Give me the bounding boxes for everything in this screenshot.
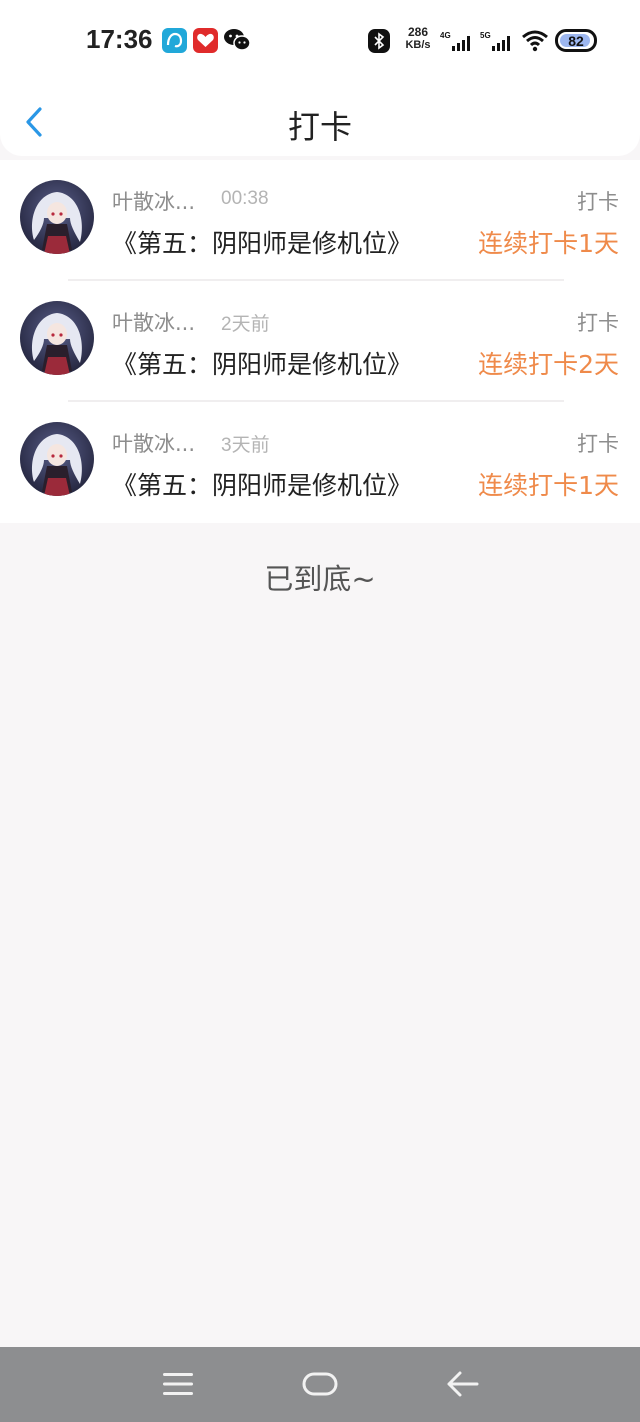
network-speed-value: 286 xyxy=(407,25,429,39)
battery-level: 82 xyxy=(568,32,584,49)
checkin-time: 00:38 xyxy=(221,188,269,209)
avatar[interactable] xyxy=(20,422,94,496)
checkin-content: 《第五：阴阳师是修机位》 xyxy=(112,350,413,379)
avatar[interactable] xyxy=(20,180,94,254)
menu-icon xyxy=(163,1373,193,1395)
network-speed: 286 KB/s xyxy=(404,26,432,52)
battery-indicator: 82 xyxy=(555,29,597,52)
network-speed-unit: KB/s xyxy=(405,39,431,51)
status-bar: 17:36 286 KB/s 4G 5G 82 xyxy=(0,0,640,80)
page-title: 打卡 xyxy=(287,108,352,146)
avatar[interactable] xyxy=(20,301,94,375)
status-time: 17:36 xyxy=(86,24,153,54)
nav-header: 打卡 xyxy=(0,80,640,156)
checkin-time: 2天前 xyxy=(221,314,270,335)
back-arrow-icon xyxy=(447,1371,479,1397)
streak-text: 连续打卡2天 xyxy=(478,350,619,379)
bluetooth-icon xyxy=(368,29,390,53)
checkin-content: 《第五：阴阳师是修机位》 xyxy=(112,229,413,258)
system-back-button[interactable] xyxy=(443,1367,483,1401)
checkin-type-label: 打卡 xyxy=(577,190,619,214)
home-icon xyxy=(302,1372,338,1396)
menu-button[interactable] xyxy=(158,1367,198,1401)
checkin-content: 《第五：阴阳师是修机位》 xyxy=(112,471,413,500)
checkin-item[interactable]: 叶散冰... 2天前 打卡 《第五：阴阳师是修机位》 连续打卡2天 xyxy=(0,281,640,402)
checkin-type-label: 打卡 xyxy=(577,432,619,456)
signal-5g-icon: 5G xyxy=(480,30,514,52)
user-nickname[interactable]: 叶散冰... xyxy=(112,307,208,337)
streak-text: 连续打卡1天 xyxy=(478,471,619,500)
user-nickname[interactable]: 叶散冰... xyxy=(112,186,208,216)
checkin-item[interactable]: 叶散冰... 3天前 打卡 《第五：阴阳师是修机位》 连续打卡1天 xyxy=(0,402,640,523)
wifi-icon xyxy=(521,28,549,52)
signal-2-label: 5G xyxy=(480,31,491,40)
system-nav-bar xyxy=(0,1347,640,1422)
signal-1-label: 4G xyxy=(440,31,451,40)
wechat-icon xyxy=(223,27,251,53)
streak-text: 连续打卡1天 xyxy=(478,229,619,258)
checkin-time: 3天前 xyxy=(221,435,270,456)
home-button[interactable] xyxy=(300,1367,340,1401)
signal-4g-icon: 4G xyxy=(440,30,474,52)
pinduoduo-icon xyxy=(193,28,218,53)
checkin-type-label: 打卡 xyxy=(577,311,619,335)
checkin-list: 叶散冰... 00:38 打卡 《第五：阴阳师是修机位》 连续打卡1天 叶散冰.… xyxy=(0,160,640,523)
end-of-list-text: 已到底~ xyxy=(264,562,376,596)
checkin-item[interactable]: 叶散冰... 00:38 打卡 《第五：阴阳师是修机位》 连续打卡1天 xyxy=(0,160,640,281)
user-nickname[interactable]: 叶散冰... xyxy=(112,428,208,458)
meituan-icon xyxy=(162,28,187,53)
